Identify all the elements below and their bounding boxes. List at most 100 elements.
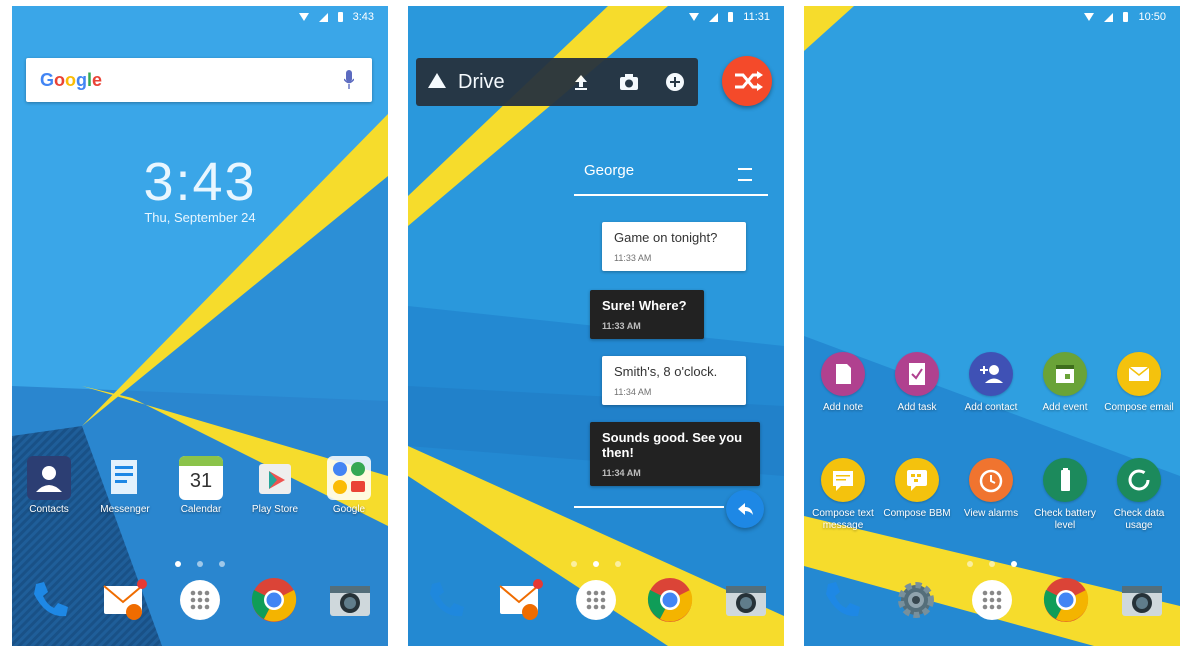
microphone-icon[interactable] [344, 70, 354, 90]
chrome-icon[interactable] [250, 576, 298, 624]
message-text: Sounds good. See you then! [602, 430, 743, 460]
shortcut-compose-bbm[interactable]: Compose BBM [880, 458, 954, 520]
app-contacts[interactable]: Contacts [14, 456, 84, 516]
add-contact-icon [969, 352, 1013, 396]
page-dot[interactable] [571, 561, 577, 567]
status-bar: 3:43 [12, 6, 388, 28]
shortcut-label: Check battery level [1034, 508, 1096, 531]
camera-icon[interactable] [722, 576, 770, 624]
app-label: Play Store [251, 504, 299, 515]
drive-widget[interactable]: Drive [416, 58, 698, 106]
settings-icon[interactable] [892, 576, 940, 624]
message-bubble[interactable]: Sure! Where? 11:33 AM [590, 290, 704, 339]
shortcut-add-event[interactable]: Add event [1028, 352, 1102, 414]
menu-icon[interactable] [738, 168, 752, 181]
event-icon [1043, 352, 1087, 396]
app-google-folder[interactable]: Google [314, 456, 384, 516]
wifi-icon [689, 13, 700, 21]
battery-icon [1123, 12, 1129, 22]
status-bar: 10:50 [804, 6, 1180, 28]
upload-icon[interactable] [570, 71, 592, 93]
message-time: 11:33 AM [614, 253, 652, 263]
shortcut-compose-text[interactable]: Compose text message [806, 458, 880, 532]
status-time: 11:31 [743, 11, 770, 23]
message-bubble[interactable]: Sounds good. See you then! 11:34 AM [590, 422, 760, 486]
shortcut-label: Compose BBM [883, 508, 951, 519]
chrome-icon[interactable] [646, 576, 694, 624]
page-dot[interactable] [989, 561, 995, 567]
play-store-icon [253, 456, 297, 500]
reply-button[interactable] [726, 490, 764, 528]
battery-icon [337, 12, 343, 22]
add-icon[interactable] [664, 71, 686, 93]
message-text: Smith's, 8 o'clock. [614, 364, 718, 379]
hub-icon[interactable] [100, 576, 148, 624]
shortcut-check-battery[interactable]: Check battery level [1028, 458, 1102, 532]
camera-icon[interactable] [618, 71, 640, 93]
shortcut-label: Compose text message [812, 508, 874, 531]
shortcut-add-task[interactable]: Add task [880, 352, 954, 414]
app-label: Messenger [100, 504, 150, 515]
page-dot[interactable] [175, 561, 181, 567]
wallpaper [804, 6, 1180, 646]
phone-icon[interactable] [818, 576, 866, 624]
message-input[interactable] [574, 506, 724, 508]
message-time: 11:34 AM [614, 387, 652, 397]
page-dot[interactable] [197, 561, 203, 567]
page-dot[interactable] [1011, 561, 1017, 567]
wallpaper [12, 6, 388, 646]
email-icon [1117, 352, 1161, 396]
app-drawer-icon[interactable] [968, 576, 1016, 624]
app-calendar[interactable]: 31 Calendar [166, 456, 236, 516]
dock [12, 576, 388, 628]
app-messenger[interactable]: Messenger [90, 456, 160, 516]
status-time: 3:43 [352, 11, 374, 23]
page-dot[interactable] [593, 561, 599, 567]
message-bubble[interactable]: Smith's, 8 o'clock. 11:34 AM [602, 356, 746, 405]
battery-icon [728, 12, 734, 22]
camera-icon[interactable] [326, 576, 374, 624]
messaging-screen-phone: 11:31 Drive George Game on tonight? 11:3… [408, 6, 784, 646]
message-bubble[interactable]: Game on tonight? 11:33 AM [602, 222, 746, 271]
shuffle-button[interactable] [722, 56, 772, 106]
shortcut-view-alarms[interactable]: View alarms [954, 458, 1028, 520]
shortcut-label: Add contact [964, 402, 1018, 413]
hub-icon[interactable] [496, 576, 544, 624]
app-play-store[interactable]: Play Store [240, 456, 310, 516]
task-icon [895, 352, 939, 396]
page-dot[interactable] [615, 561, 621, 567]
drive-label: Drive [458, 71, 505, 93]
app-drawer-icon[interactable] [572, 576, 620, 624]
page-dot[interactable] [967, 561, 973, 567]
messenger-icon [103, 456, 147, 500]
app-label: Contacts [29, 504, 69, 515]
page-dot[interactable] [219, 561, 225, 567]
app-drawer-icon[interactable] [176, 576, 224, 624]
page-indicator [408, 554, 784, 572]
signal-icon [318, 12, 328, 22]
shortcut-label: Add task [897, 402, 937, 413]
phone-icon[interactable] [26, 576, 74, 624]
signal-icon [1104, 12, 1114, 22]
contacts-icon [27, 456, 71, 500]
shuffle-icon [735, 71, 763, 91]
phone-icon[interactable] [422, 576, 470, 624]
reply-icon [738, 503, 753, 515]
date-label: Thu, September 24 [144, 210, 256, 225]
shortcut-add-contact[interactable]: Add contact [954, 352, 1028, 414]
shortcut-check-data-usage[interactable]: Check data usage [1102, 458, 1176, 532]
google-search-bar[interactable]: Google [26, 58, 372, 102]
shortcut-label: Add note [822, 402, 864, 413]
camera-icon[interactable] [1118, 576, 1166, 624]
shortcut-add-note[interactable]: Add note [806, 352, 880, 414]
shortcut-label: Compose email [1104, 402, 1174, 413]
shortcut-compose-email[interactable]: Compose email [1102, 352, 1176, 414]
signal-icon [709, 12, 719, 22]
clock-widget[interactable]: 3:43 [12, 151, 388, 213]
bbm-icon [895, 458, 939, 502]
dock [804, 576, 1180, 628]
chrome-icon[interactable] [1042, 576, 1090, 624]
dock [408, 576, 784, 628]
calendar-day: 31 [189, 470, 213, 492]
message-text: Game on tonight? [614, 230, 718, 245]
